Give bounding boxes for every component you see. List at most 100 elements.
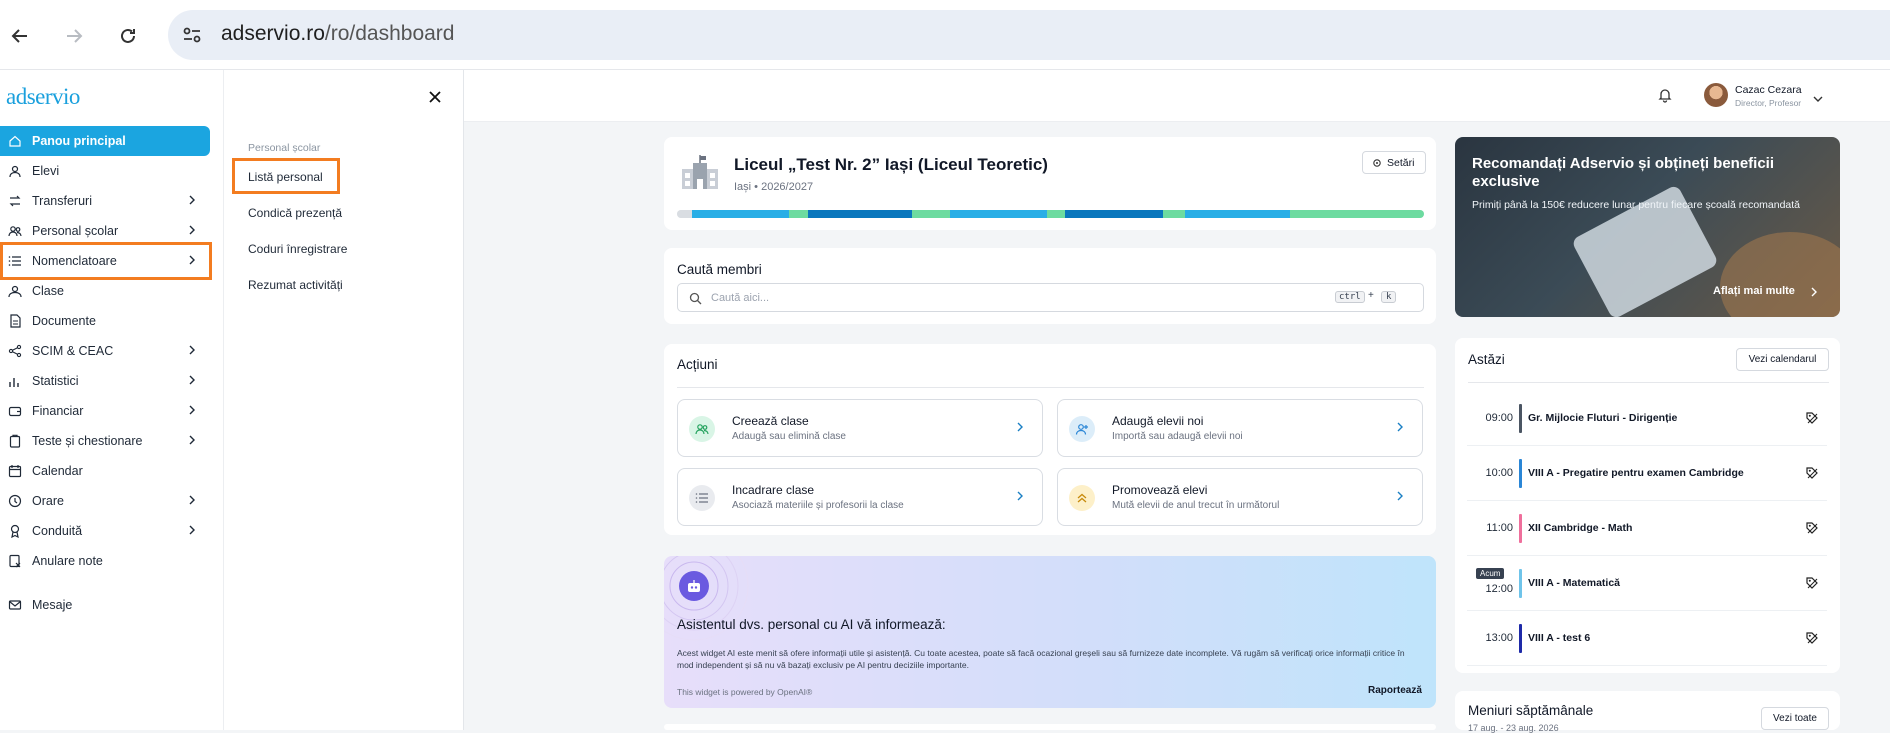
wallet-icon xyxy=(8,404,22,418)
tag-icon[interactable] xyxy=(1805,521,1819,540)
tag-icon[interactable] xyxy=(1805,466,1819,485)
sidebar-item-elevi[interactable]: Elevi xyxy=(0,156,210,186)
chevron-right-icon xyxy=(189,345,195,355)
sidebar-item-scim-ceac[interactable]: SCIM & CEAC xyxy=(0,336,210,366)
action-incadrare-clase[interactable]: Incadrare clase Asociază materiile și pro… xyxy=(677,468,1043,526)
sidebar-item-label: Documente xyxy=(32,314,96,328)
forward-button[interactable] xyxy=(56,18,92,54)
schedule-time: 12:00 xyxy=(1485,583,1513,595)
chevron-right-icon xyxy=(188,494,196,509)
schedule-item[interactable]: 09:00 Gr. Mijlocie Fluturi - Dirigenție xyxy=(1467,391,1827,446)
sidebar-item-financiar[interactable]: Financiar xyxy=(0,396,210,426)
schedule-item[interactable]: 11:00 XII Cambridge - Math xyxy=(1467,501,1827,556)
submenu-heading: Personal școlar xyxy=(248,142,321,154)
chevron-down-icon xyxy=(1813,96,1823,102)
search-input[interactable]: Caută aici... ctrl + k xyxy=(677,283,1424,312)
chevron-right-icon xyxy=(1016,489,1024,507)
avatar[interactable] xyxy=(1704,83,1728,107)
bar-chart-icon xyxy=(8,374,22,388)
sidebar-item-statistici[interactable]: Statistici xyxy=(0,366,210,396)
action-creează-clase[interactable]: Creează clase Adaugă sau elimină clase xyxy=(677,399,1043,457)
chevron-right-icon xyxy=(188,194,196,209)
search-title: Caută membri xyxy=(677,262,762,277)
chevron-right-icon xyxy=(1017,491,1023,501)
view-all-button[interactable]: Vezi toate xyxy=(1761,707,1829,730)
sidebar-item-conduită[interactable]: Conduită xyxy=(0,516,210,546)
chevron-right-icon xyxy=(189,195,195,205)
sidebar: adservio Panou principal Elevi Transferuri… xyxy=(0,70,224,730)
now-badge: Acum xyxy=(1476,568,1505,579)
sidebar-item-label: Elevi xyxy=(32,164,60,178)
url-text: adservio.ro/ro/dashboard xyxy=(221,22,454,46)
notifications-button[interactable] xyxy=(1657,87,1673,108)
chevron-right-icon xyxy=(188,404,196,419)
promo-card[interactable]: Recomandați Adservio și obțineți benefic… xyxy=(1455,137,1840,317)
action-promovează-elevi[interactable]: Promovează elevi Mută elevii de anul trec… xyxy=(1057,468,1423,526)
sidebar-item-mesaje[interactable]: Mesaje xyxy=(0,590,210,620)
calendar-button[interactable]: Vezi calendarul xyxy=(1736,348,1829,371)
sidebar-item-orare[interactable]: Orare xyxy=(0,486,210,516)
schedule-color-bar xyxy=(1519,514,1522,543)
sidebar-item-teste-și-chestionare[interactable]: Teste și chestionare xyxy=(0,426,210,456)
list-icon xyxy=(689,485,715,511)
actions-title: Acțiuni xyxy=(677,357,718,372)
submenu-item-coduri-inregistrare[interactable]: Coduri înregistrare xyxy=(248,242,347,256)
promo-link[interactable]: Aflați mai multe xyxy=(1713,285,1795,297)
submenu-item-lista-personal[interactable]: Listă personal xyxy=(248,170,323,184)
submenu-item-rezumat-activitati[interactable]: Rezumat activități xyxy=(248,278,343,292)
sidebar-item-calendar[interactable]: Calendar xyxy=(0,456,210,486)
user-menu-chevron[interactable] xyxy=(1813,90,1823,108)
ai-rings-decoration xyxy=(664,556,749,641)
sidebar-item-documente[interactable]: Documente xyxy=(0,306,210,336)
chevron-right-icon xyxy=(188,374,196,389)
schedule-item[interactable]: 13:00 VIII A - test 6 xyxy=(1467,611,1827,666)
schedule-color-bar xyxy=(1519,624,1522,653)
schedule-item[interactable]: 10:00 VIII A - Pregatire pentru examen Ca… xyxy=(1467,446,1827,501)
sidebar-item-anulare-note[interactable]: Anulare note xyxy=(0,546,210,576)
action-description: Importă sau adaugă elevii noi xyxy=(1112,431,1243,442)
schedule-item[interactable]: 12:00 VIII A - Matematică xyxy=(1467,556,1827,611)
schedule-time: 13:00 xyxy=(1485,632,1513,644)
chevron-right-icon xyxy=(1811,287,1817,297)
tag-icon[interactable] xyxy=(1805,631,1819,650)
chevron-right-icon xyxy=(188,524,196,539)
schedule-color-bar xyxy=(1519,404,1522,433)
settings-button[interactable]: Setări xyxy=(1362,151,1426,174)
action-title: Promovează elevi xyxy=(1112,483,1208,497)
progress-segment xyxy=(677,210,692,218)
progress-segment xyxy=(691,210,790,218)
arrow-right-icon xyxy=(67,29,83,43)
tag-icon[interactable] xyxy=(1805,576,1819,595)
sidebar-item-clase[interactable]: Clase xyxy=(0,276,210,306)
progress-segment xyxy=(807,210,913,218)
url-host: adservio.ro xyxy=(221,22,325,45)
group-icon xyxy=(8,284,22,298)
action-title: Incadrare clase xyxy=(732,483,815,497)
sidebar-item-label: Teste și chestionare xyxy=(32,434,143,448)
action-description: Mută elevii de anul trecut în următorul xyxy=(1112,500,1280,511)
close-button[interactable] xyxy=(428,88,442,109)
chevron-right-icon xyxy=(1397,422,1403,432)
sidebar-item-transferuri[interactable]: Transferuri xyxy=(0,186,210,216)
sidebar-item-label: Clase xyxy=(32,284,64,298)
reload-button[interactable] xyxy=(110,18,146,54)
url-path: /ro/dashboard xyxy=(324,22,455,45)
tag-icon[interactable] xyxy=(1805,411,1819,430)
submenu-item-condica-prezenta[interactable]: Condică prezență xyxy=(248,206,342,220)
person-image xyxy=(1720,232,1840,317)
action-adaugă-elevii-noi[interactable]: Adaugă elevii noi Importă sau adaugă elev… xyxy=(1057,399,1423,457)
search-icon xyxy=(689,292,702,305)
schedule-color-bar xyxy=(1519,459,1522,488)
school-card: Liceul „Test Nr. 2” Iași (Liceul Teoreti… xyxy=(664,137,1436,230)
chevron-right-icon xyxy=(188,344,196,359)
back-button[interactable] xyxy=(2,18,38,54)
menus-title: Meniuri săptămânale xyxy=(1468,703,1594,718)
sidebar-item-panou-principal[interactable]: Panou principal xyxy=(0,126,210,156)
bell-icon xyxy=(1658,89,1672,103)
report-button[interactable]: Raportează xyxy=(1368,685,1422,696)
chevron-right-icon xyxy=(189,525,195,535)
chevron-right-icon xyxy=(189,405,195,415)
search-card: Caută membri Caută aici... ctrl + k xyxy=(664,248,1436,324)
ai-body: Acest widget AI este menit să ofere info… xyxy=(677,648,1405,670)
user-name[interactable]: Cazac Cezara xyxy=(1735,84,1802,96)
